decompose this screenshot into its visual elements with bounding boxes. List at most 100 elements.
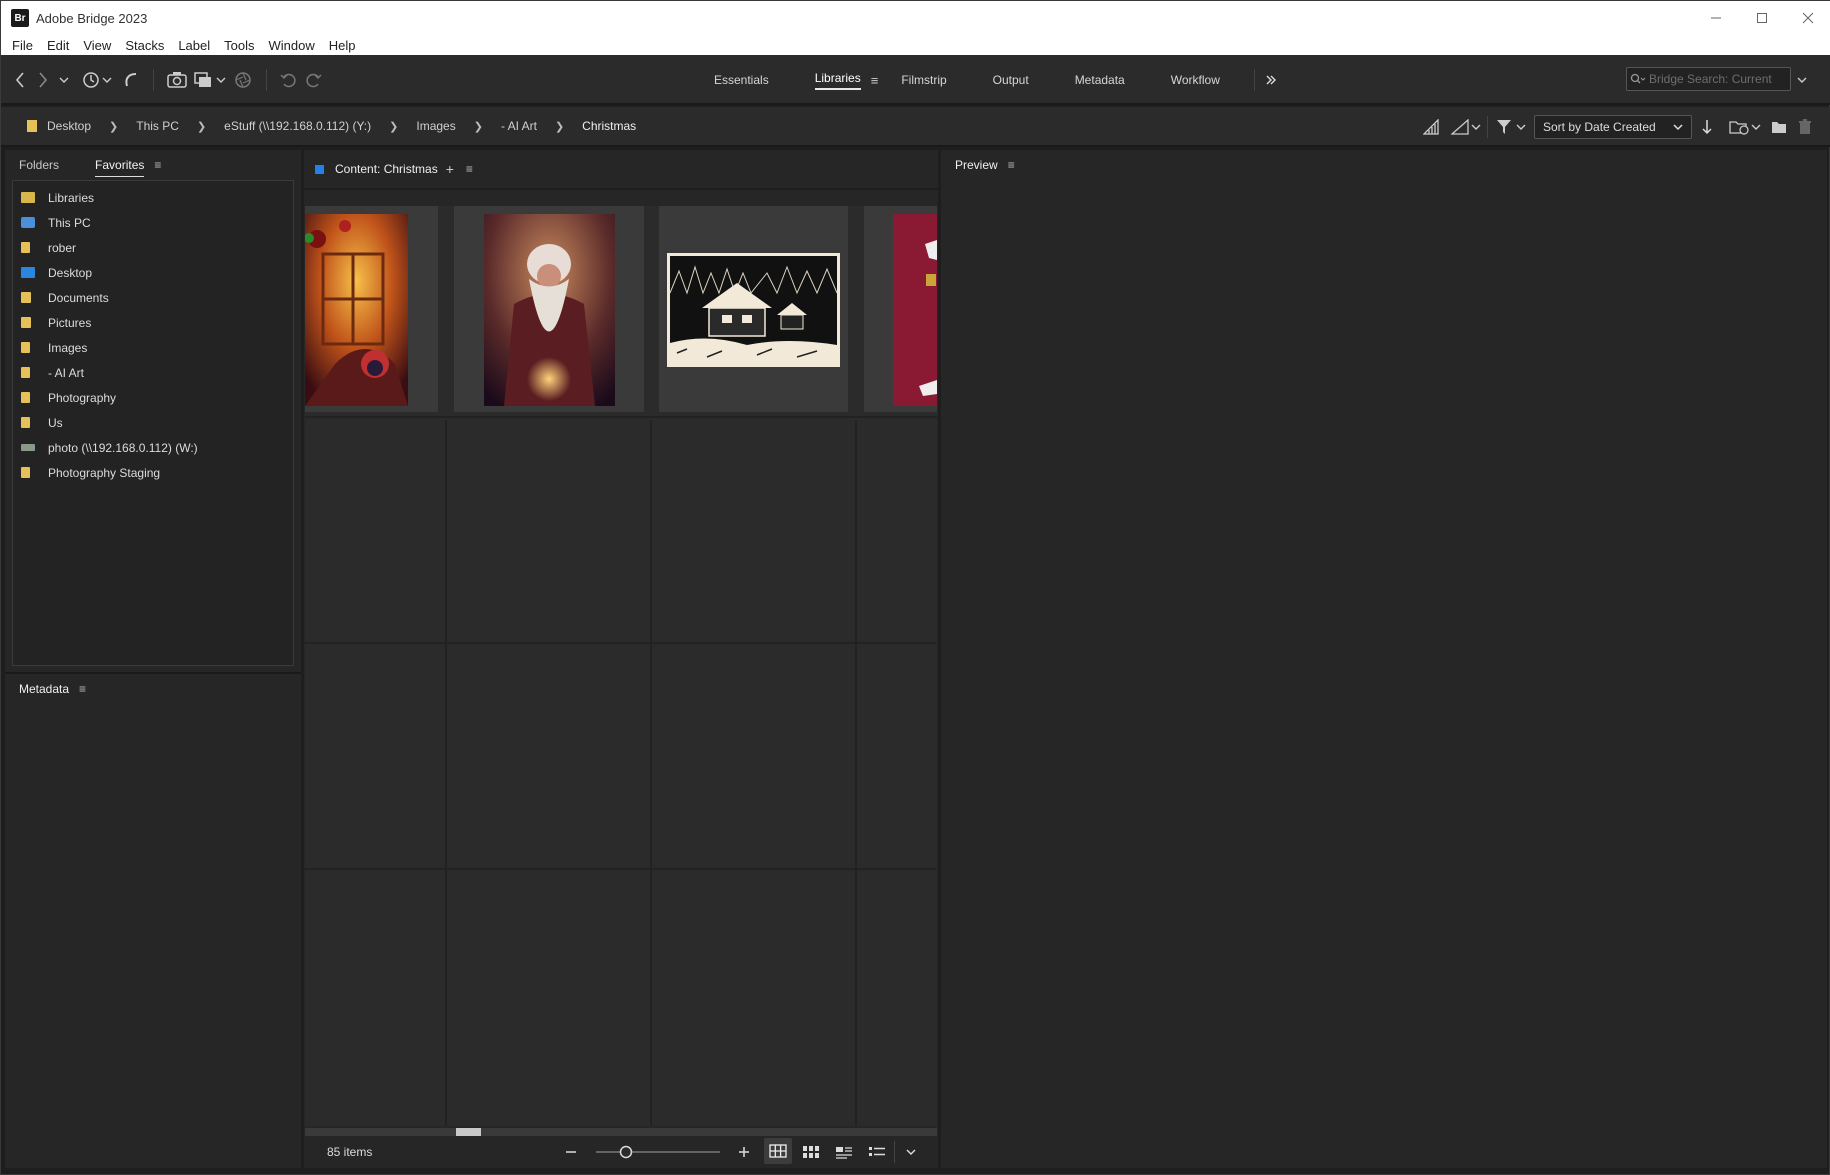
favorite-images[interactable]: Images [13, 335, 293, 360]
breadcrumb-ai-art[interactable]: - AI Art ❯ [499, 119, 580, 133]
favorite-documents[interactable]: Documents [13, 285, 293, 310]
chevron-right-icon[interactable]: ❯ [389, 120, 398, 133]
new-folder-icon [1772, 122, 1786, 133]
workspace-tab-output[interactable]: Output [970, 55, 1052, 105]
scrollbar-thumb[interactable] [456, 1128, 481, 1136]
favorite-pictures[interactable]: Pictures [13, 310, 293, 335]
open-recent-file-dropdown[interactable] [1729, 116, 1761, 138]
create-new-folder-button[interactable] [1769, 116, 1789, 138]
view-thumbnail-large-button[interactable] [801, 1141, 821, 1163]
breadcrumb-desktop[interactable]: Desktop ❯ [45, 119, 134, 133]
favorite-ai-art[interactable]: - AI Art [13, 360, 293, 385]
breadcrumb-images[interactable]: Images ❯ [414, 119, 499, 133]
snowy-cabin-woodcut-thumbnail[interactable] [667, 253, 840, 367]
santa-claus-portrait-thumbnail[interactable] [484, 214, 615, 406]
tab-favorites[interactable]: Favorites ≡ [59, 158, 161, 177]
sort-direction-button[interactable] [1698, 116, 1716, 138]
workspace-tab-metadata[interactable]: Metadata [1052, 55, 1148, 105]
zoom-out-button[interactable] [563, 1141, 579, 1163]
zoom-in-button[interactable] [736, 1141, 752, 1163]
recent-folders-dropdown[interactable] [57, 69, 71, 91]
refine-dropdown-button[interactable] [194, 69, 226, 91]
forward-button[interactable] [34, 69, 52, 91]
breadcrumb-this-pc[interactable]: This PC ❯ [134, 119, 222, 133]
delete-item-button[interactable] [1796, 116, 1814, 138]
chevron-right-icon[interactable]: ❯ [555, 120, 564, 133]
plus-icon [739, 1147, 749, 1157]
sort-dropdown-value: Sort by Date Created [1543, 120, 1656, 134]
favorite-photo-drive[interactable]: photo (\\192.168.0.112) (W:) [13, 435, 293, 460]
search-icon[interactable] [1627, 68, 1649, 90]
menu-help[interactable]: Help [322, 38, 363, 53]
thumbnail-quality-dropdown[interactable] [1451, 116, 1481, 138]
menu-label[interactable]: Label [171, 38, 217, 53]
search-options-dropdown[interactable] [1794, 69, 1810, 91]
filter-items-dropdown[interactable] [1496, 116, 1526, 138]
rotate-clockwise-button[interactable] [303, 69, 323, 91]
thumbnail-cell[interactable] [305, 206, 438, 412]
tab-folders[interactable]: Folders [5, 158, 59, 172]
folder-icon [21, 417, 30, 428]
menu-edit[interactable]: Edit [40, 38, 76, 53]
content-horizontal-scrollbar[interactable] [305, 1128, 937, 1136]
favorite-libraries[interactable]: Libraries [13, 185, 293, 210]
menu-stacks[interactable]: Stacks [118, 38, 171, 53]
chevron-right-icon[interactable]: ❯ [474, 120, 483, 133]
favorite-desktop[interactable]: Desktop [13, 260, 293, 285]
thumbnail-size-slider[interactable] [594, 1141, 722, 1163]
favorite-us[interactable]: Us [13, 410, 293, 435]
chevron-right-icon[interactable]: ❯ [197, 120, 206, 133]
left-panel: Folders Favorites ≡ Libraries This PC rob… [5, 150, 301, 1168]
breadcrumb-christmas[interactable]: Christmas [580, 119, 638, 133]
minimize-button[interactable] [1693, 1, 1739, 35]
return-to-photoshop-button[interactable] [121, 69, 141, 91]
favorite-this-pc[interactable]: This PC [13, 210, 293, 235]
quality-settings-button[interactable] [1421, 116, 1441, 138]
close-window-button[interactable] [1785, 1, 1830, 35]
workspace-tab-filmstrip[interactable]: Filmstrip [901, 55, 969, 105]
menu-view[interactable]: View [76, 38, 118, 53]
menu-file[interactable]: File [1, 38, 40, 53]
rotate-counterclockwise-button[interactable] [279, 69, 299, 91]
content-thumbnail-grid[interactable] [305, 206, 937, 1126]
double-chevron-right-icon [1266, 75, 1276, 85]
menu-window[interactable]: Window [262, 38, 322, 53]
recent-files-button[interactable] [81, 69, 113, 91]
favorite-label: Photography [48, 390, 117, 405]
child-by-christmas-window-thumbnail[interactable] [305, 214, 408, 406]
workspace-tab-libraries[interactable]: Libraries ≡ [792, 55, 902, 105]
breadcrumb-estuff-drive[interactable]: eStuff (\\192.168.0.112) (Y:) ❯ [222, 119, 414, 133]
panel-menu-icon[interactable]: ≡ [154, 158, 161, 172]
view-list-button[interactable] [867, 1141, 887, 1163]
panel-menu-icon[interactable]: ≡ [79, 682, 86, 696]
thumbnail-cell[interactable] [659, 206, 848, 412]
workspace-tab-essentials[interactable]: Essentials [691, 55, 792, 105]
maximize-button[interactable] [1739, 1, 1785, 35]
view-options-dropdown[interactable] [902, 1141, 920, 1163]
more-workspaces-button[interactable] [1263, 69, 1279, 91]
sort-dropdown[interactable]: Sort by Date Created [1534, 115, 1692, 139]
search-input[interactable] [1649, 72, 1779, 86]
add-tab-icon[interactable]: + [446, 161, 454, 177]
menu-tools[interactable]: Tools [217, 38, 261, 53]
panel-menu-icon[interactable]: ≡ [1008, 158, 1015, 172]
favorite-photography-staging[interactable]: Photography Staging [13, 460, 293, 485]
chevron-right-icon[interactable]: ❯ [109, 120, 118, 133]
open-in-camera-raw-button[interactable] [233, 69, 253, 91]
red-card-thumbnail[interactable] [893, 214, 937, 406]
view-details-button[interactable] [834, 1141, 854, 1163]
favorites-list: Libraries This PC rober Desktop Document… [12, 180, 294, 666]
favorite-photography[interactable]: Photography [13, 385, 293, 410]
get-photos-from-camera-button[interactable] [166, 69, 188, 91]
favorite-rober[interactable]: rober [13, 235, 293, 260]
view-thumbnail-grid-button[interactable] [764, 1138, 792, 1164]
camera-icon [167, 72, 187, 88]
folder-icon [27, 120, 37, 132]
thumbnail-cell[interactable] [454, 206, 644, 412]
panel-menu-icon[interactable]: ≡ [466, 162, 473, 176]
thumbnail-cell[interactable] [864, 206, 937, 412]
tab-label: Folders [19, 158, 60, 172]
workspace-tab-workflow[interactable]: Workflow [1148, 55, 1243, 105]
back-button[interactable] [11, 69, 29, 91]
workspace-menu-icon[interactable]: ≡ [871, 73, 879, 88]
